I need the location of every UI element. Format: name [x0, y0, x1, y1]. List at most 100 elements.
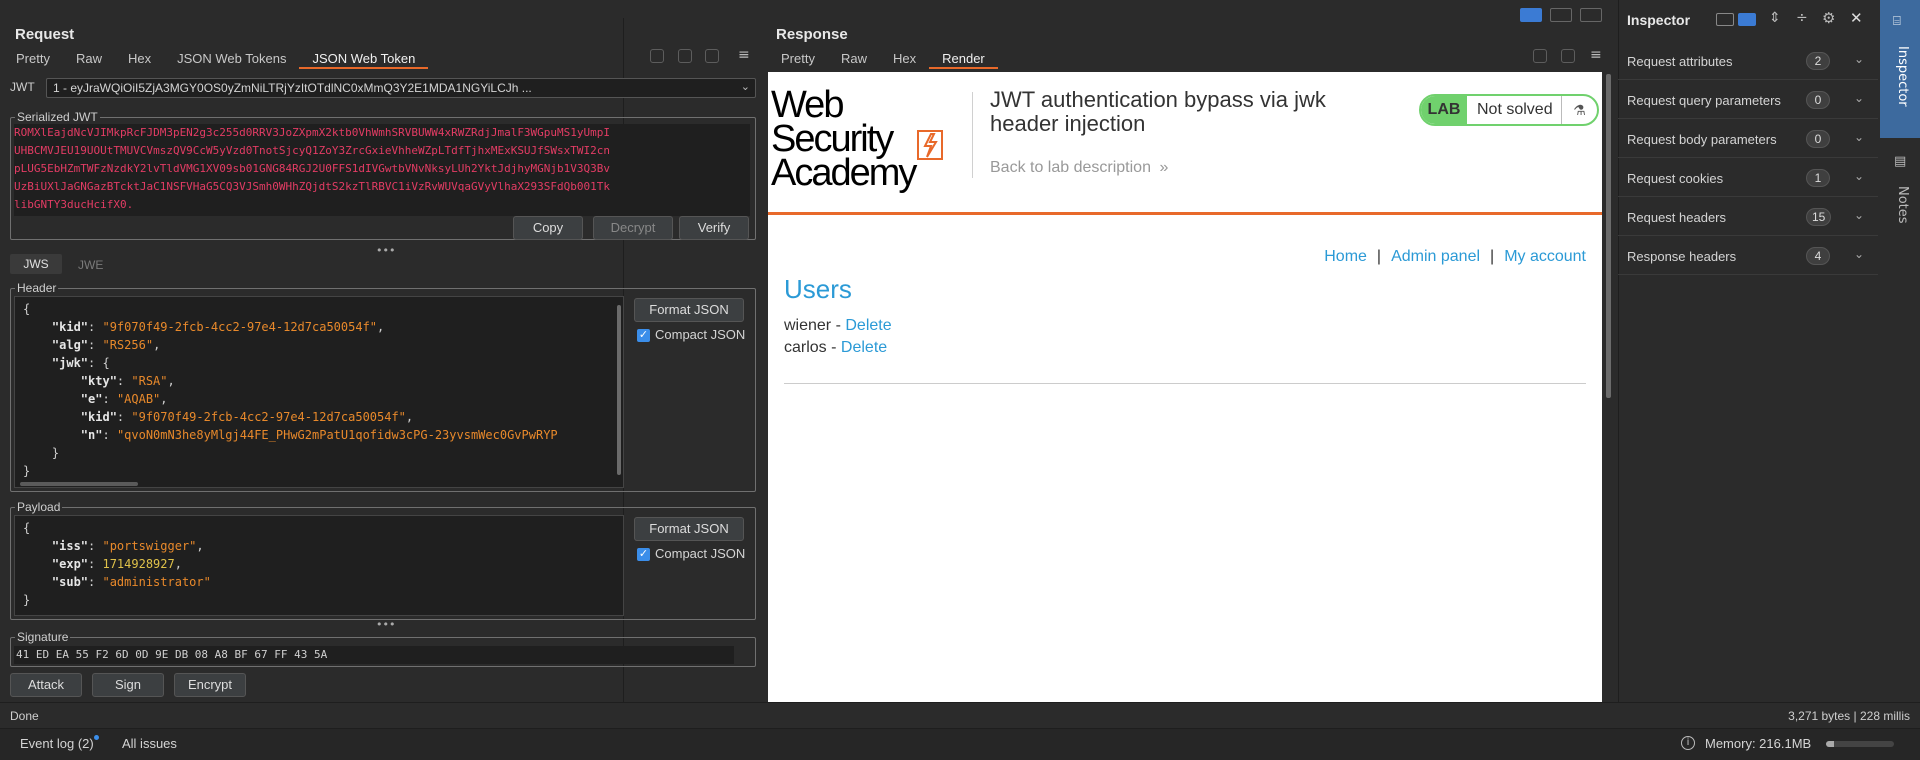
header-compact-json-checkbox[interactable]: ✓ Compact JSON: [637, 327, 745, 343]
event-dot-icon: [94, 735, 99, 740]
chevron-down-icon: ⌄: [1854, 247, 1865, 261]
eye-off-toggle-icon[interactable]: [650, 49, 664, 63]
code-token: :: [88, 320, 103, 334]
inspector-row-request-attributes[interactable]: Request attributes 2 ⌄: [1618, 42, 1878, 80]
users-rule: [784, 383, 1586, 384]
verify-button[interactable]: Verify: [679, 216, 749, 240]
code-line: }: [23, 591, 615, 609]
response-tab-raw[interactable]: Raw: [828, 49, 880, 69]
layout-horizontal-icon[interactable]: [1550, 8, 1572, 22]
response-scrollbar[interactable]: [1606, 74, 1611, 398]
bottom-bar: Event log (2) All issues i Memory: 216.1…: [0, 728, 1920, 760]
nav-link-admin-panel[interactable]: Admin panel: [1391, 248, 1480, 265]
code-line: "sub": "administrator": [23, 573, 615, 591]
side-tab-notes[interactable]: ▤ Notes: [1880, 138, 1920, 248]
request-menu-icon[interactable]: ≡: [738, 47, 750, 63]
inspector-row-request-cookies[interactable]: Request cookies 1 ⌄: [1618, 159, 1878, 197]
user-separator: -: [826, 339, 841, 356]
layout-split-icon[interactable]: [1520, 8, 1542, 22]
chevron-down-icon: ⌄: [1854, 208, 1865, 222]
sign-button[interactable]: Sign: [92, 673, 164, 697]
event-log-link[interactable]: Event log (2): [20, 736, 94, 751]
response-tab-hex[interactable]: Hex: [880, 49, 929, 69]
jwt-select[interactable]: 1 - eyJraWQiOiI5ZjA3MGY0OS0yZmNiLTRjYzIt…: [46, 78, 756, 98]
payload-compact-json-checkbox[interactable]: ✓ Compact JSON: [637, 546, 745, 562]
request-tab-pretty[interactable]: Pretty: [3, 49, 63, 69]
user-name: wiener: [784, 317, 832, 334]
attack-button[interactable]: Attack: [10, 673, 82, 697]
serialized-line: pLUG5EbHZmTWFzNzdkY2lvTldVMG1XV09sb01GNG…: [14, 162, 611, 175]
code-token: "RS256": [102, 338, 154, 352]
request-tab-json-web-tokens[interactable]: JSON Web Tokens: [164, 49, 299, 69]
serialized-line: ROMXlEajdNcVJIMkpRcFJDM3pEN2g3c255d0RRV3…: [14, 126, 611, 139]
users-list: wiener - Delete carlos - Delete: [784, 315, 892, 359]
tab-jwe[interactable]: JWE: [78, 258, 103, 272]
layout-single-icon[interactable]: [1580, 8, 1602, 22]
status-done: Done: [10, 709, 39, 723]
payload-format-json-button[interactable]: Format JSON: [634, 517, 744, 541]
header-format-json-button[interactable]: Format JSON: [634, 298, 744, 322]
delete-user-link[interactable]: Delete: [841, 339, 887, 356]
tab-jws[interactable]: JWS: [10, 254, 62, 274]
ln-toggle-icon[interactable]: [705, 49, 719, 63]
side-tab-inspector[interactable]: ⌸ Inspector: [1880, 0, 1920, 138]
inspector-row-request-body-parameters[interactable]: Request body parameters 0 ⌄: [1618, 120, 1878, 158]
inspector-layout-list-icon[interactable]: [1716, 13, 1734, 26]
response-tab-pretty[interactable]: Pretty: [768, 49, 828, 69]
close-icon[interactable]: ✕: [1850, 9, 1863, 27]
inspector-row-count: 0: [1806, 91, 1830, 109]
collapse-all-icon[interactable]: ÷: [1796, 10, 1808, 26]
code-token: "AQAB": [116, 392, 161, 406]
code-token: "iss": [51, 539, 89, 553]
inspector-row-response-headers[interactable]: Response headers 4 ⌄: [1618, 237, 1878, 275]
inspector-row-label: Request cookies: [1627, 171, 1724, 186]
nav-link-my-account[interactable]: My account: [1504, 248, 1586, 265]
newline-toggle-icon[interactable]: [678, 49, 692, 63]
serialized-jwt-text[interactable]: ROMXlEajdNcVJIMkpRcFJDM3pEN2g3c255d0RRV3…: [14, 124, 750, 216]
decrypt-button[interactable]: Decrypt: [593, 216, 673, 240]
gear-icon[interactable]: ⚙: [1822, 9, 1835, 27]
chevron-down-icon: ⌄: [1854, 52, 1865, 66]
flask-icon: ⚗: [1561, 96, 1597, 124]
response-menu-icon[interactable]: ≡: [1590, 47, 1602, 63]
copy-button[interactable]: Copy: [513, 216, 583, 240]
serialized-jwt-label: Serialized JWT: [15, 110, 100, 124]
splitter-handle[interactable]: •••: [376, 244, 395, 257]
code-token: "RSA": [131, 374, 168, 388]
users-heading: Users: [784, 274, 852, 304]
header-editor[interactable]: { "kid": "9f070f49-2fcb-4cc2-97e4-12d7ca…: [14, 296, 624, 488]
jwt-select-value: 1 - eyJraWQiOiI5ZjA3MGY0OS0yZmNiLTRjYzIt…: [53, 81, 532, 95]
inspector-row-count: 0: [1806, 130, 1830, 148]
logo-line-2: Academy: [771, 152, 917, 194]
header-hscrollbar[interactable]: [20, 482, 138, 486]
code-line: }: [23, 462, 615, 480]
all-issues-link[interactable]: All issues: [122, 736, 177, 751]
code-line: {: [23, 300, 615, 318]
inspector-layout-side-icon[interactable]: [1738, 13, 1756, 26]
nav-link-home[interactable]: Home: [1324, 248, 1367, 265]
request-tab-raw[interactable]: Raw: [63, 49, 115, 69]
request-title: Request: [15, 26, 75, 43]
side-tab-notes-label: Notes: [1895, 186, 1910, 224]
header-scrollbar[interactable]: [617, 305, 621, 475]
expand-all-icon[interactable]: ⇕: [1769, 10, 1781, 26]
inspector-row-label: Request headers: [1627, 210, 1727, 225]
delete-user-link[interactable]: Delete: [845, 317, 891, 334]
inspector-row-request-headers[interactable]: Request headers 15 ⌄: [1618, 198, 1878, 236]
payload-editor[interactable]: { "iss": "portswigger", "exp": 171492892…: [14, 515, 624, 616]
response-tab-render[interactable]: Render: [929, 49, 998, 69]
code-token: "jwk": [51, 356, 89, 370]
response-ln-icon[interactable]: [1561, 49, 1575, 63]
back-to-lab-link[interactable]: Back to lab description »: [990, 159, 1168, 177]
inspector-title: Inspector: [1627, 12, 1691, 28]
user-row: wiener - Delete: [784, 315, 892, 337]
splitter-handle-2[interactable]: •••: [376, 618, 395, 631]
request-tab-json-web-token[interactable]: JSON Web Token: [299, 49, 429, 69]
encrypt-button[interactable]: Encrypt: [174, 673, 246, 697]
code-token: "administrator": [102, 575, 211, 589]
response-wrap-icon[interactable]: [1533, 49, 1547, 63]
request-tab-hex[interactable]: Hex: [115, 49, 164, 69]
lab-title: JWT authentication bypass via jwk header…: [990, 87, 1326, 136]
inspector-row-request-query-parameters[interactable]: Request query parameters 0 ⌄: [1618, 81, 1878, 119]
signature-value[interactable]: 41 ED EA 55 F2 6D 0D 9E DB 08 A8 BF 67 F…: [14, 646, 734, 664]
